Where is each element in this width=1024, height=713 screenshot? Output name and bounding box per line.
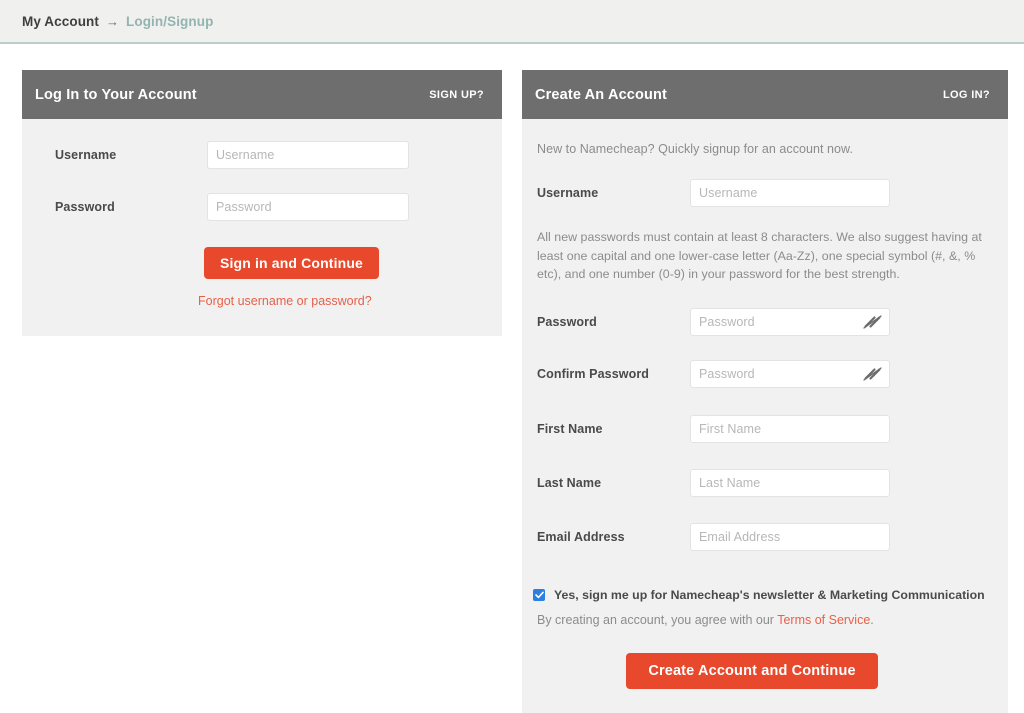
tos-suffix-text: . bbox=[870, 612, 874, 627]
login-panel-header: Log In to Your Account SIGN UP? bbox=[22, 70, 502, 119]
login-panel: Log In to Your Account SIGN UP? Username… bbox=[22, 70, 502, 336]
forgot-credentials-link[interactable]: Forgot username or password? bbox=[198, 294, 502, 308]
eye-slash-icon[interactable] bbox=[863, 367, 882, 381]
signup-username-placeholder: Username bbox=[699, 185, 758, 200]
signup-username-label: Username bbox=[537, 185, 599, 200]
newsletter-checkbox[interactable] bbox=[533, 588, 545, 601]
login-password-label: Password bbox=[55, 200, 115, 214]
login-username-input[interactable]: Username bbox=[207, 141, 409, 169]
signup-password-label: Password bbox=[537, 315, 597, 329]
check-icon bbox=[534, 591, 544, 598]
eye-slash-icon[interactable] bbox=[863, 315, 882, 329]
signup-email-row: Email Address Email Address bbox=[537, 523, 1008, 552]
terms-of-service-line: By creating an account, you agree with o… bbox=[537, 613, 1008, 627]
signup-confirm-password-label: Confirm Password bbox=[537, 367, 650, 381]
breadcrumb-link-login-signup[interactable]: Login/Signup bbox=[126, 14, 213, 29]
signup-panel: Create An Account LOG IN? New to Nameche… bbox=[522, 70, 1008, 713]
login-password-placeholder: Password bbox=[216, 200, 272, 214]
terms-of-service-link[interactable]: Terms of Service bbox=[777, 613, 870, 627]
login-password-row: Password Password bbox=[55, 193, 502, 221]
breadcrumb-arrow-icon: → bbox=[106, 13, 120, 29]
signup-password-row: Password Password bbox=[537, 308, 1008, 337]
sign-up-link[interactable]: SIGN UP? bbox=[429, 89, 484, 101]
login-password-input[interactable]: Password bbox=[207, 193, 409, 221]
signup-email-label: Email Address bbox=[537, 530, 625, 544]
signup-confirm-password-row: Confirm Password Password bbox=[537, 360, 1008, 389]
login-username-placeholder: Username bbox=[216, 148, 275, 162]
signup-password-input[interactable]: Password bbox=[690, 308, 890, 336]
signup-first-name-label: First Name bbox=[537, 422, 603, 436]
log-in-link[interactable]: LOG IN? bbox=[943, 89, 990, 101]
newsletter-consent-row: Yes, sign me up for Namecheap's newslett… bbox=[533, 588, 1008, 602]
breadcrumb: My Account → Login/Signup bbox=[0, 0, 1024, 44]
signup-first-name-row: First Name First Name bbox=[537, 415, 1008, 444]
signup-first-name-input[interactable]: First Name bbox=[690, 415, 890, 443]
signup-last-name-placeholder: Last Name bbox=[699, 476, 761, 490]
login-username-row: Username Username bbox=[55, 141, 502, 169]
signup-username-row: Username Username bbox=[537, 178, 1008, 207]
signup-intro-text: New to Namecheap? Quickly signup for an … bbox=[537, 142, 853, 156]
newsletter-consent-label: Yes, sign me up for Namecheap's newslett… bbox=[554, 587, 985, 602]
signup-first-name-placeholder: First Name bbox=[699, 422, 762, 436]
signup-username-input[interactable]: Username bbox=[690, 178, 890, 207]
password-requirements-note: All new passwords must contain at least … bbox=[537, 230, 982, 281]
signup-panel-header: Create An Account LOG IN? bbox=[522, 70, 1008, 119]
signup-confirm-password-input[interactable]: Password bbox=[690, 360, 890, 388]
signup-last-name-row: Last Name Last Name bbox=[537, 469, 1008, 498]
create-account-button-wrap: Create Account and Continue bbox=[522, 652, 1008, 689]
signup-confirm-password-placeholder: Password bbox=[699, 367, 755, 381]
sign-in-button[interactable]: Sign in and Continue bbox=[204, 247, 379, 279]
create-account-button[interactable]: Create Account and Continue bbox=[626, 652, 878, 689]
tos-prefix-text: By creating an account, you agree with o… bbox=[537, 612, 778, 627]
signup-email-placeholder: Email Address bbox=[699, 530, 781, 544]
signup-password-placeholder: Password bbox=[699, 315, 755, 329]
signup-last-name-label: Last Name bbox=[537, 476, 602, 490]
login-panel-title: Log In to Your Account bbox=[35, 86, 197, 103]
signup-email-input[interactable]: Email Address bbox=[690, 523, 890, 551]
signup-panel-title: Create An Account bbox=[535, 86, 667, 103]
breadcrumb-current: My Account bbox=[22, 13, 100, 29]
signup-last-name-input[interactable]: Last Name bbox=[690, 469, 890, 497]
login-username-label: Username bbox=[55, 148, 117, 162]
login-panel-body: Username Username Password Password Sign… bbox=[22, 119, 502, 336]
sign-in-button-wrap: Sign in and Continue bbox=[204, 247, 502, 279]
signup-panel-body: New to Namecheap? Quickly signup for an … bbox=[522, 119, 1008, 689]
